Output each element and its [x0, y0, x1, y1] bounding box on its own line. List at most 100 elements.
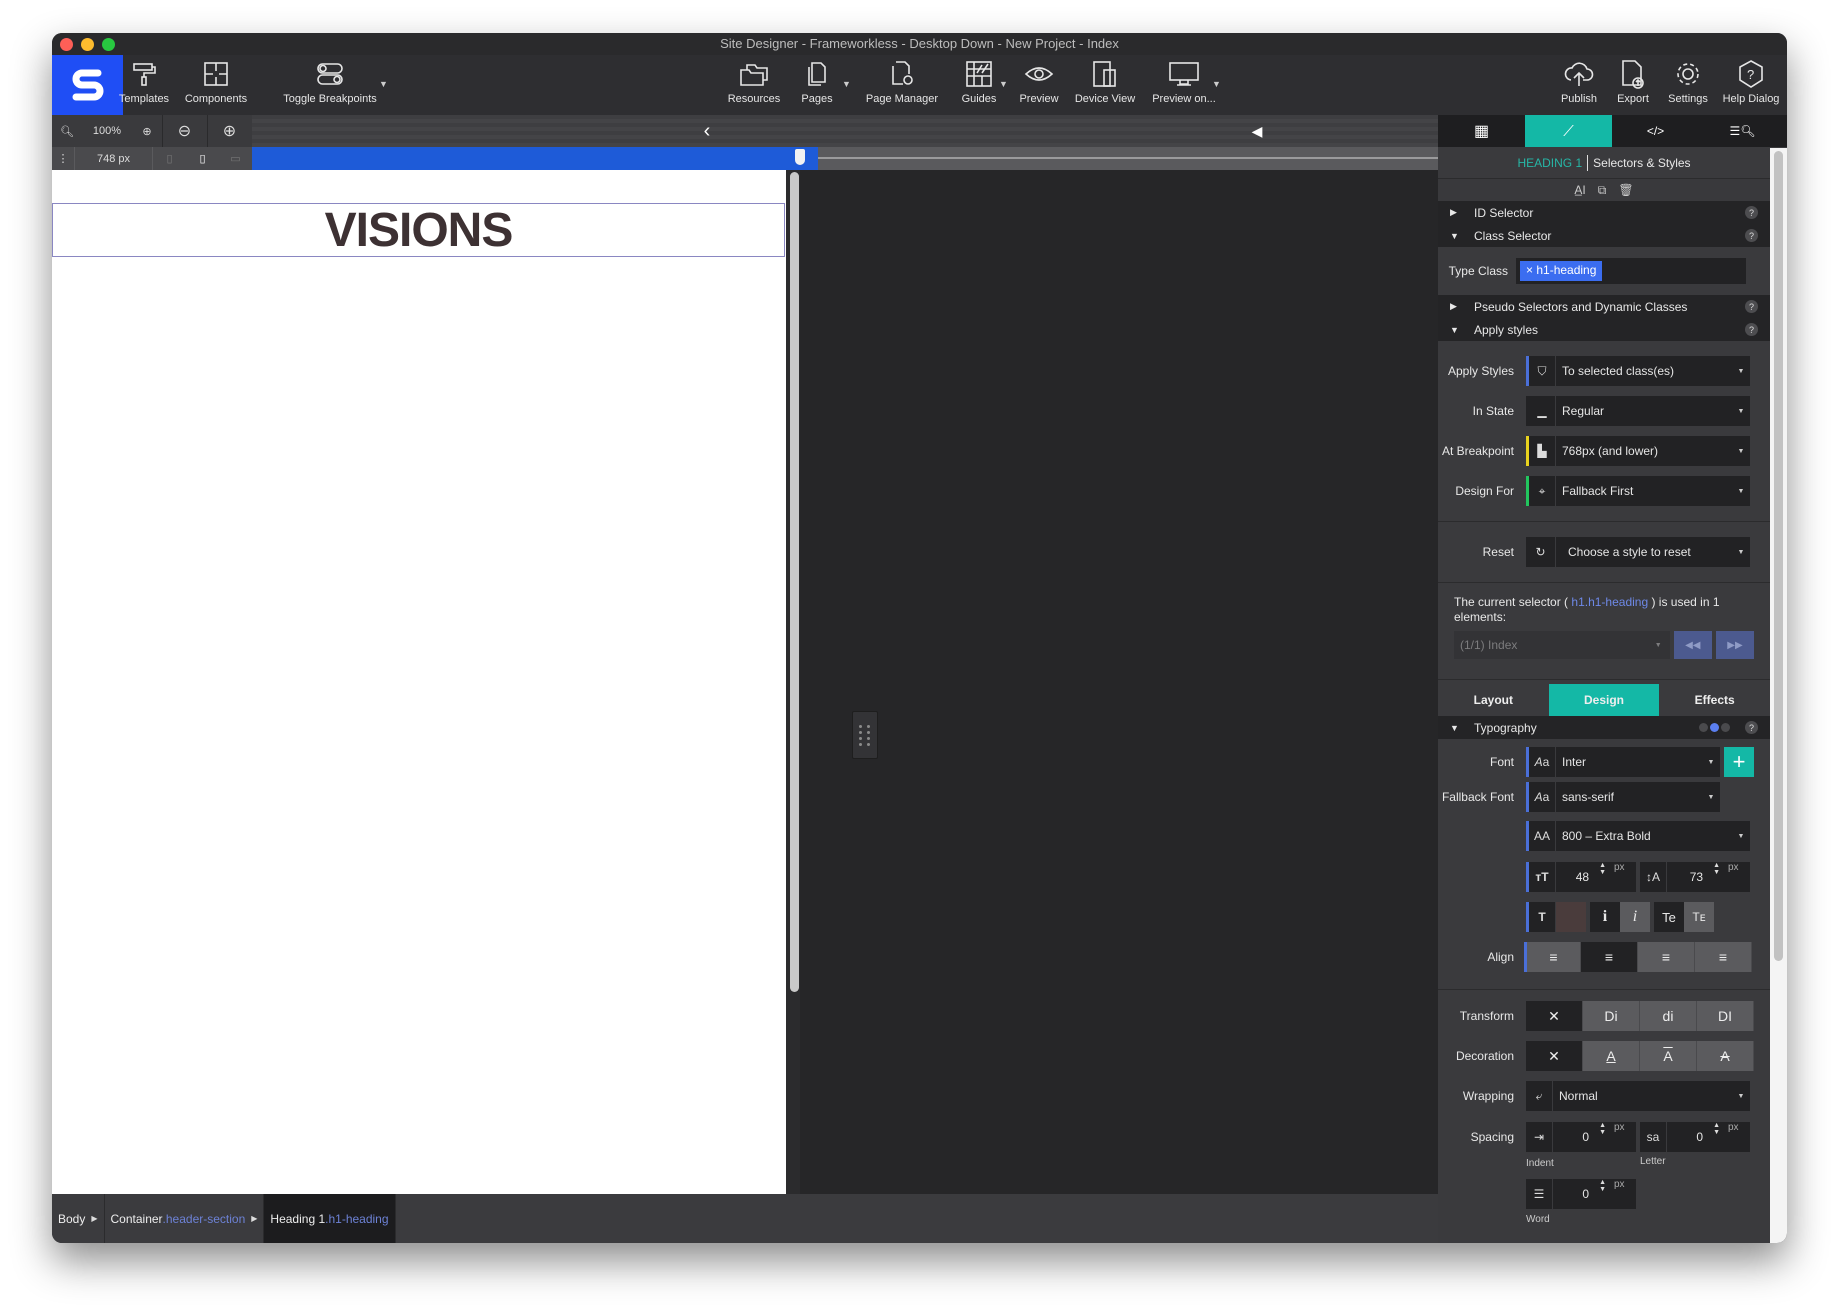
heading-text[interactable]: VISIONS	[325, 203, 514, 258]
desktop-view-icon[interactable]: ▭	[219, 147, 252, 170]
font-weight-select[interactable]: AA 800 – Extra Bold ▼	[1526, 821, 1750, 851]
align-left-button[interactable]: ≡	[1524, 942, 1581, 972]
page-usage-select[interactable]: (1/1) Index ▼	[1454, 631, 1670, 659]
page-manager-button[interactable]: Page Manager	[857, 55, 947, 115]
fallback-font-select[interactable]: Aa sans-serif ▼	[1526, 782, 1720, 812]
help-icon: ?	[1745, 300, 1758, 313]
pages-dropdown[interactable]: ▼	[842, 79, 851, 89]
font-select[interactable]: Aa Inter ▼	[1526, 747, 1720, 777]
pages-button[interactable]: Pages	[792, 55, 842, 115]
tab-elements[interactable]: ▦	[1438, 115, 1525, 147]
next-usage-button[interactable]: ▶▶	[1715, 631, 1755, 659]
transform-lowercase-button[interactable]: di	[1640, 1001, 1697, 1031]
help-icon: ?	[1745, 229, 1758, 242]
width-slider-handle[interactable]	[795, 149, 805, 165]
zoom-out-button[interactable]: 🔍︎	[52, 115, 82, 147]
minimize-window-button[interactable]	[81, 38, 94, 51]
selected-heading-element[interactable]: VISIONS	[52, 203, 785, 257]
overline-button[interactable]: A	[1640, 1041, 1697, 1071]
width-range-bar[interactable]	[252, 147, 818, 170]
decoration-none-button[interactable]: ✕	[1526, 1041, 1583, 1071]
underline-button[interactable]: A	[1583, 1041, 1640, 1071]
wrapping-select[interactable]: ⤶ Normal ▼	[1526, 1081, 1750, 1111]
resize-handle[interactable]	[852, 711, 878, 759]
components-button[interactable]: Components	[176, 55, 256, 115]
apply-styles-select[interactable]: ⛉ To selected class(es) ▼	[1526, 356, 1750, 386]
duplicate-icon[interactable]: ⧉	[1598, 183, 1607, 198]
panel-scrollbar[interactable]	[1770, 148, 1787, 1243]
align-justify-button[interactable]: ≡	[1695, 942, 1752, 972]
text-color-button[interactable]: T	[1526, 902, 1556, 932]
phone-view-icon[interactable]: ▯	[153, 147, 186, 170]
tab-styles[interactable]: ⟋	[1525, 115, 1612, 147]
in-state-select[interactable]: ▁ Regular ▼	[1526, 396, 1750, 426]
type-class-input[interactable]: × h1-heading	[1516, 258, 1746, 284]
preview-on-dropdown[interactable]: ▼	[1212, 79, 1221, 89]
apply-styles-section[interactable]: ▼ Apply styles?	[1438, 318, 1770, 341]
letter-spacing-input[interactable]: sa 0 ▲ ▼ px	[1640, 1122, 1750, 1152]
toggle-breakpoints-dropdown[interactable]: ▼	[379, 79, 388, 89]
chevron-left-icon[interactable]: ‹	[692, 115, 722, 147]
help-dialog-button[interactable]: ? Help Dialog	[1720, 55, 1782, 115]
breadcrumb-container[interactable]: Container .header-section ▶	[105, 1194, 265, 1243]
line-height-input[interactable]: ↕A 73 ▲ ▼ px	[1640, 862, 1750, 892]
indent-input[interactable]: ⇥ 0 ▲ ▼ px	[1526, 1122, 1636, 1152]
breadcrumb-body[interactable]: Body ▶	[52, 1194, 105, 1243]
tablet-view-icon[interactable]: ▯	[186, 147, 219, 170]
italic-on-button[interactable]: i	[1620, 902, 1650, 932]
transform-uppercase-button[interactable]: DI	[1697, 1001, 1754, 1031]
guides-dropdown[interactable]: ▼	[999, 79, 1008, 89]
small-caps-off-button[interactable]: Te	[1654, 902, 1684, 932]
tab-layout[interactable]: Layout	[1438, 684, 1549, 716]
font-size-input[interactable]: ᴛT 48 ▲ ▼ px	[1526, 862, 1636, 892]
rename-icon[interactable]: A̲I	[1574, 183, 1585, 197]
small-caps-on-button[interactable]: Tᴇ	[1684, 902, 1714, 932]
close-window-button[interactable]	[60, 38, 73, 51]
italic-off-button[interactable]: i	[1590, 902, 1620, 932]
design-for-select[interactable]: ⌖ Fallback First ▼	[1526, 476, 1750, 506]
breakpoint-marker-icon[interactable]: ◀	[1242, 115, 1272, 147]
transform-capitalize-button[interactable]: Di	[1583, 1001, 1640, 1031]
type-class-label: Type Class	[1448, 264, 1508, 278]
tab-effects[interactable]: Effects	[1659, 684, 1770, 716]
typography-section[interactable]: ▼ Typography ?	[1438, 716, 1770, 739]
breadcrumb-heading[interactable]: Heading 1 .h1-heading	[264, 1194, 396, 1243]
tab-code[interactable]: </>	[1612, 115, 1699, 147]
app-logo[interactable]	[52, 55, 123, 115]
reset-select[interactable]: ↻ Choose a style to reset ▼	[1526, 537, 1750, 567]
transform-none-button[interactable]: ✕	[1526, 1001, 1583, 1031]
zoom-in-button[interactable]: ⊕	[132, 115, 162, 147]
zoom-window-button[interactable]	[102, 38, 115, 51]
id-selector-section[interactable]: ▶ ID Selector?	[1438, 201, 1770, 224]
guides-button[interactable]: Guides	[954, 55, 1004, 115]
export-button[interactable]: Export	[1610, 55, 1656, 115]
previous-usage-button[interactable]: ◀◀	[1673, 631, 1712, 659]
design-canvas[interactable]: VISIONS	[52, 170, 786, 1194]
decrease-width-button[interactable]: ⊖	[162, 115, 207, 147]
breakpoint-select[interactable]: ▙ 768px (and lower) ▼	[1526, 436, 1750, 466]
canvas-scrollbar[interactable]	[790, 172, 799, 992]
tab-navigator[interactable]: ☰🔍︎	[1699, 115, 1786, 147]
publish-button[interactable]: Publish	[1554, 55, 1604, 115]
pseudo-selectors-section[interactable]: ▶ Pseudo Selectors and Dynamic Classes?	[1438, 295, 1770, 318]
class-tag[interactable]: × h1-heading	[1520, 261, 1603, 281]
templates-button[interactable]: Templates	[114, 55, 174, 115]
add-font-button[interactable]: +	[1724, 747, 1754, 777]
toggle-breakpoints-button[interactable]: Toggle Breakpoints	[280, 55, 380, 115]
ruler-menu-icon[interactable]: ⋮	[52, 147, 74, 170]
strikethrough-button[interactable]: A	[1697, 1041, 1754, 1071]
class-selector-section[interactable]: ▼ Class Selector?	[1438, 224, 1770, 247]
word-spacing-input[interactable]: ☰ 0 ▲ ▼ px	[1526, 1179, 1636, 1209]
text-color-swatch[interactable]	[1556, 902, 1586, 932]
device-view-button[interactable]: Device View	[1070, 55, 1140, 115]
settings-button[interactable]: Settings	[1660, 55, 1716, 115]
preview-button[interactable]: Preview	[1014, 55, 1064, 115]
resources-button[interactable]: Resources	[724, 55, 784, 115]
align-right-button[interactable]: ≡	[1638, 942, 1695, 972]
trash-icon[interactable]: 🗑︎	[1618, 183, 1633, 197]
align-center-button[interactable]: ≡	[1581, 942, 1638, 972]
preview-on-button[interactable]: Preview on...	[1148, 55, 1220, 115]
increase-width-button[interactable]: ⊕	[207, 115, 252, 147]
toggle-icon	[317, 63, 343, 85]
tab-design[interactable]: Design	[1548, 684, 1660, 716]
